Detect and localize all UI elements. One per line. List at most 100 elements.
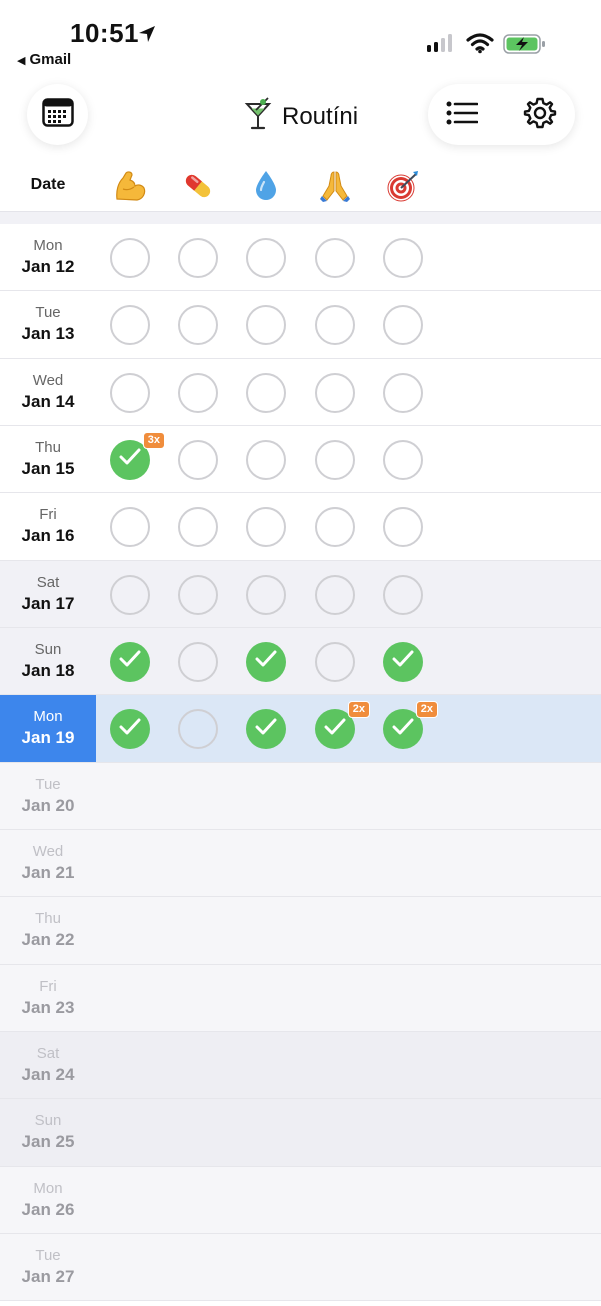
habit-checkbox[interactable]: [383, 507, 423, 548]
habit-checkbox[interactable]: [178, 439, 218, 480]
day-row[interactable]: Sun Jan 18: [0, 627, 601, 696]
cellular-signal-icon: [427, 34, 452, 52]
habit-checkbox[interactable]: [178, 641, 218, 682]
date-cell[interactable]: Mon Jan 19: [0, 695, 96, 762]
calendar-button[interactable]: [27, 84, 88, 145]
habit-checkbox[interactable]: [246, 507, 286, 548]
date-label: Jan 23: [21, 997, 75, 1017]
day-of-week-label: Wed: [32, 371, 64, 389]
day-row[interactable]: Thu Jan 22: [0, 897, 601, 965]
date-cell[interactable]: Sat Jan 17: [0, 561, 96, 627]
habit-header-flexed-biceps-icon[interactable]: [110, 166, 150, 206]
date-cell[interactable]: Tue Jan 20: [0, 763, 96, 829]
habit-checkbox[interactable]: [315, 439, 355, 480]
habit-checkbox[interactable]: [315, 305, 355, 346]
habit-checkbox[interactable]: [246, 238, 286, 278]
checkmark-icon: [255, 650, 277, 673]
day-of-week-label: Sat: [36, 1045, 60, 1063]
day-of-week-label: Mon: [33, 237, 63, 255]
habit-checkbox-checked[interactable]: [110, 709, 150, 750]
habit-checkbox-checked[interactable]: [246, 709, 286, 750]
date-cell[interactable]: Sat Jan 24: [0, 1032, 96, 1098]
habit-checkbox[interactable]: [383, 439, 423, 480]
day-row[interactable]: Tue Jan 20: [0, 762, 601, 830]
habit-checkbox-checked[interactable]: [110, 641, 150, 682]
day-row[interactable]: Tue Jan 13: [0, 291, 601, 359]
habit-checkbox[interactable]: [178, 574, 218, 615]
day-row[interactable]: Sat Jan 24: [0, 1031, 601, 1100]
date-cell[interactable]: Sun Jan 18: [0, 628, 96, 694]
habit-header-droplet-icon[interactable]: [246, 166, 286, 206]
habit-checkbox[interactable]: [315, 238, 355, 278]
habit-checkbox[interactable]: [110, 305, 150, 346]
day-row[interactable]: Sat Jan 17: [0, 560, 601, 628]
list-icon: [446, 101, 479, 130]
habit-checkbox-checked[interactable]: 3x: [110, 431, 165, 480]
habit-checkbox[interactable]: [178, 507, 218, 548]
habit-checkbox-checked[interactable]: [383, 641, 423, 682]
habit-checkbox[interactable]: [315, 507, 355, 548]
habit-header-pill-icon[interactable]: [178, 166, 218, 206]
habit-checkbox-checked[interactable]: 2x: [383, 701, 438, 750]
day-row[interactable]: Sun Jan 25: [0, 1099, 601, 1167]
date-cell[interactable]: Wed Jan 21: [0, 830, 96, 896]
day-row[interactable]: Fri Jan 23: [0, 964, 601, 1032]
day-row[interactable]: Wed Jan 21: [0, 829, 601, 898]
day-row[interactable]: Tue Jan 27: [0, 1233, 601, 1302]
date-cell[interactable]: Tue Jan 13: [0, 291, 96, 357]
habit-checkbox[interactable]: [315, 372, 355, 413]
back-to-app-link[interactable]: ◀ Gmail: [17, 51, 71, 68]
habit-header-direct-hit-icon[interactable]: [383, 166, 423, 206]
habit-checkbox-checked[interactable]: [246, 641, 286, 682]
cocktail-glass-icon: [244, 97, 272, 136]
habit-checkbox[interactable]: [383, 305, 423, 346]
habit-checkbox[interactable]: [110, 372, 150, 413]
habit-checkbox[interactable]: [383, 372, 423, 413]
habit-checkbox[interactable]: [315, 574, 355, 615]
day-row[interactable]: Fri Jan 16: [0, 493, 601, 561]
habit-checkbox[interactable]: [246, 305, 286, 346]
habit-checkbox[interactable]: [178, 372, 218, 413]
day-row[interactable]: Mon Jan 12: [0, 224, 601, 292]
day-row[interactable]: Wed Jan 14: [0, 358, 601, 426]
day-row[interactable]: Mon Jan 26: [0, 1166, 601, 1234]
date-label: Jan 17: [21, 593, 75, 613]
habit-checkbox-checked[interactable]: 2x: [315, 701, 370, 750]
checkmark-icon: [392, 650, 414, 673]
status-bar: 10:51 ◀ Gmail: [0, 0, 601, 75]
date-label: Jan 18: [21, 661, 75, 681]
date-column-header: Date: [30, 176, 66, 193]
day-row-today[interactable]: Mon Jan 19 2x 2x: [0, 695, 601, 763]
habit-checkbox[interactable]: [383, 574, 423, 615]
habit-checkbox[interactable]: [110, 574, 150, 615]
day-row[interactable]: Thu Jan 15 3x: [0, 425, 601, 494]
habit-checkbox[interactable]: [178, 238, 218, 278]
app-title: Routíni: [282, 102, 359, 130]
date-cell[interactable]: Sun Jan 25: [0, 1099, 96, 1165]
habit-checkbox[interactable]: [178, 709, 218, 750]
date-cell[interactable]: Thu Jan 22: [0, 897, 96, 963]
habit-checkbox[interactable]: [110, 507, 150, 548]
date-cell[interactable]: Mon Jan 26: [0, 1167, 96, 1233]
habit-checkbox[interactable]: [246, 372, 286, 413]
date-cell[interactable]: Wed Jan 14: [0, 359, 96, 425]
habit-checkbox[interactable]: [178, 305, 218, 346]
date-cell[interactable]: Thu Jan 15: [0, 426, 96, 492]
day-of-week-label: Fri: [39, 977, 57, 995]
date-cell[interactable]: Fri Jan 23: [0, 965, 96, 1031]
habit-checkbox[interactable]: [246, 574, 286, 615]
habit-checkbox[interactable]: [246, 439, 286, 480]
habit-checkbox[interactable]: [110, 238, 150, 278]
date-label: Jan 25: [21, 1132, 75, 1152]
settings-button[interactable]: [520, 97, 560, 133]
habit-checkbox[interactable]: [383, 238, 423, 278]
habit-header-folded-hands-icon[interactable]: [315, 166, 355, 206]
date-cell[interactable]: Fri Jan 16: [0, 493, 96, 559]
checkmark-icon: [119, 650, 141, 673]
date-cell[interactable]: Tue Jan 27: [0, 1234, 96, 1300]
date-cell[interactable]: Mon Jan 12: [0, 224, 96, 290]
date-label: Jan 19: [21, 728, 75, 748]
habit-checkbox[interactable]: [315, 641, 355, 682]
day-of-week-label: Sat: [36, 573, 60, 591]
list-button[interactable]: [442, 98, 482, 132]
